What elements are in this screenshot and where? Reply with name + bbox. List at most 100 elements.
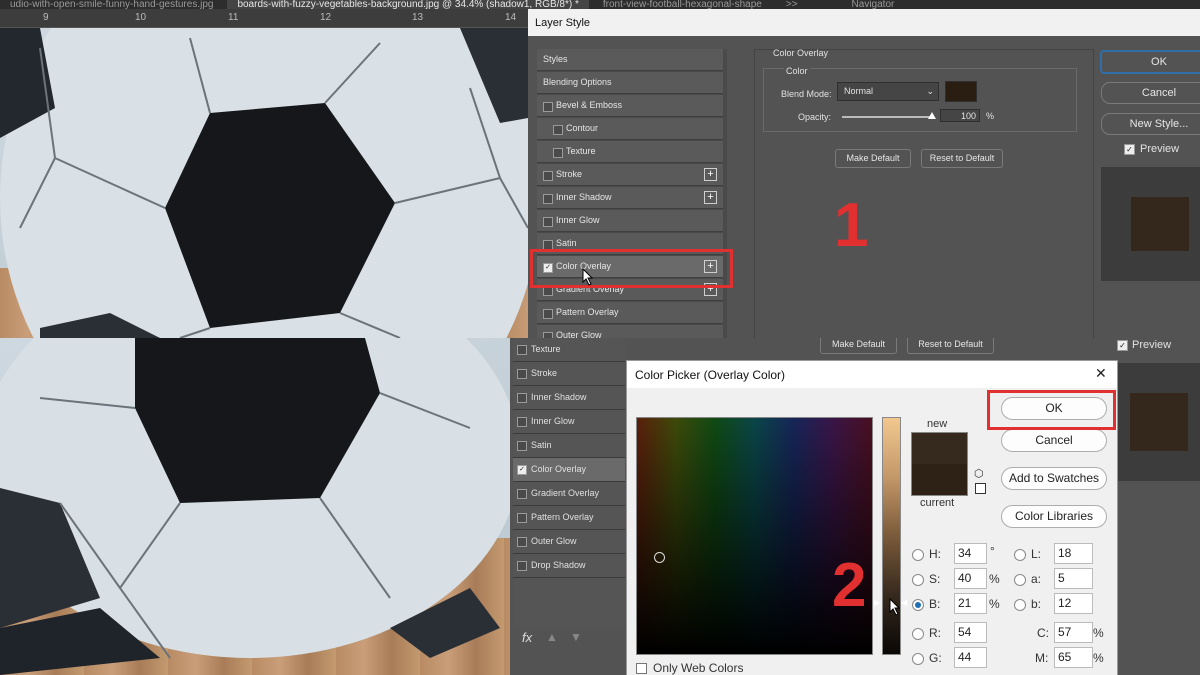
more-tabs[interactable]: >> (776, 0, 808, 9)
preview-checkbox[interactable]: ✓ (1124, 144, 1135, 155)
style-item-2[interactable]: ✓ Color Overlay (513, 458, 625, 482)
style-checkbox-2[interactable] (517, 537, 527, 547)
style-checkbox[interactable] (553, 148, 563, 158)
close-icon[interactable]: ✕ (1095, 365, 1107, 382)
blend-mode-select[interactable]: Normal ⌄ (837, 82, 939, 101)
style-item-2[interactable]: Drop Shadow (513, 554, 625, 578)
color-group-box: Color Blend Mode: Normal ⌄ Opacity: 100 … (763, 66, 1077, 132)
style-item-label: Texture (566, 146, 596, 156)
style-item[interactable]: Inner Shadow + (537, 187, 723, 209)
style-checkbox[interactable] (543, 309, 553, 319)
style-checkbox-2[interactable] (517, 369, 527, 379)
navigator-tab[interactable]: Navigator (842, 0, 905, 9)
opacity-slider-track[interactable] (842, 112, 936, 119)
cube-icon[interactable]: ⬡ (974, 467, 984, 480)
style-item[interactable]: Stroke + (537, 164, 723, 186)
style-checkbox-2[interactable] (517, 393, 527, 403)
color-field-marker[interactable] (654, 552, 665, 563)
color-picker-cancel-button[interactable]: Cancel (1001, 429, 1107, 452)
s-radio[interactable] (912, 574, 924, 586)
style-item-2[interactable]: Gradient Overlay (513, 482, 625, 506)
preview-checkbox-2[interactable]: ✓ (1117, 340, 1128, 351)
overlay-color-swatch[interactable] (945, 81, 977, 102)
highlight-ok-button (987, 390, 1116, 430)
hue-slider[interactable] (882, 417, 901, 655)
style-checkbox-2[interactable] (517, 561, 527, 571)
style-item[interactable]: Bevel & Emboss (537, 95, 723, 117)
style-item[interactable]: Styles (537, 49, 723, 71)
style-item-2[interactable]: Inner Shadow (513, 386, 625, 410)
s-input[interactable]: 40 (954, 568, 987, 589)
hue-slider-left-arrow-icon[interactable]: ▶ (874, 598, 880, 607)
add-style-icon[interactable]: + (704, 168, 717, 181)
style-item[interactable]: Blending Options (537, 72, 723, 94)
a-input[interactable]: 5 (1054, 568, 1093, 589)
style-checkbox-2[interactable] (517, 489, 527, 499)
style-item-2[interactable]: Satin (513, 434, 625, 458)
style-item-2[interactable]: Pattern Overlay (513, 506, 625, 530)
style-item-2[interactable]: Stroke (513, 362, 625, 386)
style-item[interactable]: Outer Glow (537, 325, 723, 338)
style-checkbox[interactable] (543, 194, 553, 204)
document-canvas[interactable] (0, 28, 528, 338)
style-item[interactable]: Contour (537, 118, 723, 140)
preview-label-2: Preview (1132, 339, 1172, 351)
opacity-slider-thumb[interactable] (928, 112, 936, 119)
g-input[interactable]: 44 (954, 647, 987, 668)
style-item-2[interactable]: Inner Glow (513, 410, 625, 434)
style-checkbox[interactable] (543, 171, 553, 181)
add-style-icon[interactable]: + (704, 191, 717, 204)
opacity-input[interactable]: 100 (940, 109, 980, 122)
move-down-icon[interactable]: ▼ (570, 630, 582, 644)
c-input[interactable]: 57 (1054, 622, 1093, 643)
reset-to-default-button[interactable]: Reset to Default (921, 149, 1003, 168)
style-checkbox[interactable] (543, 102, 553, 112)
layer-style-dialog: Layer Style Styles Blending Options Bevel … (528, 9, 1200, 338)
r-radio[interactable] (912, 628, 924, 640)
web-safe-swatch[interactable] (975, 483, 986, 494)
doc-tab-1[interactable]: udio-with-open-smile-funny-hand-gestures… (0, 0, 223, 9)
style-checkbox-2[interactable] (517, 441, 527, 451)
lab-b-input[interactable]: 12 (1054, 593, 1093, 614)
h-input[interactable]: 34 (954, 543, 987, 564)
style-checkbox-2[interactable]: ✓ (517, 465, 527, 475)
only-web-colors-checkbox[interactable] (636, 663, 647, 674)
a-radio[interactable] (1014, 574, 1026, 586)
b-radio[interactable] (912, 599, 924, 611)
new-style-button[interactable]: New Style... (1101, 113, 1200, 135)
style-item[interactable]: Inner Glow (537, 210, 723, 232)
make-default-button-2[interactable]: Make Default (820, 338, 897, 354)
style-item[interactable]: Texture (537, 141, 723, 163)
style-checkbox-2[interactable] (517, 345, 527, 355)
r-input[interactable]: 54 (954, 622, 987, 643)
blend-mode-label: Blend Mode: (781, 89, 832, 99)
hue-slider-right-arrow-icon[interactable]: ◀ (901, 598, 907, 607)
h-unit: ° (990, 544, 995, 558)
style-item-2[interactable]: Outer Glow (513, 530, 625, 554)
l-radio[interactable] (1014, 549, 1026, 561)
current-color-swatch[interactable] (911, 464, 968, 496)
style-item[interactable]: Pattern Overlay (537, 302, 723, 324)
l-input[interactable]: 18 (1054, 543, 1093, 564)
style-checkbox[interactable] (553, 125, 563, 135)
cancel-button[interactable]: Cancel (1101, 82, 1200, 104)
m-input[interactable]: 65 (1054, 647, 1093, 668)
add-to-swatches-button[interactable]: Add to Swatches (1001, 467, 1107, 490)
reset-to-default-button-2[interactable]: Reset to Default (907, 338, 994, 354)
lab-b-radio[interactable] (1014, 599, 1026, 611)
move-up-icon[interactable]: ▲ (546, 630, 558, 644)
make-default-button[interactable]: Make Default (835, 149, 911, 168)
style-checkbox-2[interactable] (517, 417, 527, 427)
doc-tab-2[interactable]: boards-with-fuzzy-vegetables-background.… (227, 0, 589, 9)
b-input[interactable]: 21 (954, 593, 987, 614)
fx-icon[interactable]: fx (522, 630, 532, 645)
color-libraries-button[interactable]: Color Libraries (1001, 505, 1107, 528)
style-item-2[interactable]: Texture (513, 338, 625, 362)
doc-tab-3[interactable]: front-view-football-hexagonal-shape (593, 0, 772, 9)
style-checkbox-2[interactable] (517, 513, 527, 523)
document-canvas-2[interactable] (0, 338, 510, 675)
g-radio[interactable] (912, 653, 924, 665)
ok-button[interactable]: OK (1101, 51, 1200, 73)
style-checkbox[interactable] (543, 217, 553, 227)
h-radio[interactable] (912, 549, 924, 561)
